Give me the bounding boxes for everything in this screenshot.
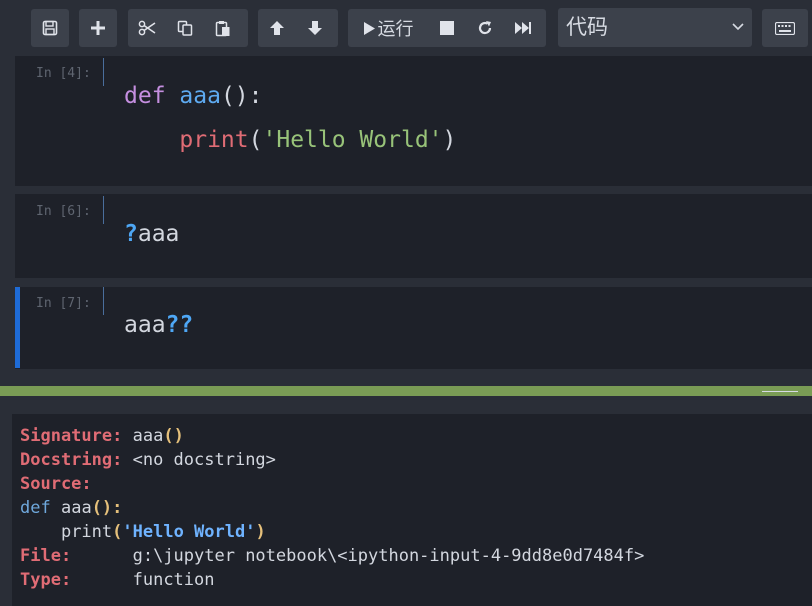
code-line[interactable]: aaa?? — [124, 312, 193, 338]
stop-icon — [440, 21, 454, 35]
prompt-separator — [103, 58, 104, 86]
identifier-token: aaa — [124, 312, 166, 338]
keyboard-icon — [775, 21, 795, 35]
cell-type-select[interactable]: 代码 — [558, 8, 752, 47]
move-down-button[interactable] — [296, 9, 334, 47]
save-button[interactable] — [31, 9, 69, 47]
run-button[interactable]: 运行 — [348, 9, 428, 47]
help-operator-token: ? — [124, 221, 138, 247]
pager-content: Signature: aaa() Docstring: <no docstrin… — [12, 414, 812, 606]
code-cell-selected[interactable]: In [7]: aaa?? — [15, 287, 812, 369]
function-name-token: aaa — [179, 83, 221, 109]
arrow-up-icon — [270, 21, 284, 35]
file-row: File: g:\jupyter notebook\<ipython-input… — [20, 546, 644, 566]
cell-prompt: In [7]: — [36, 296, 91, 311]
punct-token: ) — [442, 127, 457, 153]
help-pager: Signature: aaa() Docstring: <no docstrin… — [0, 396, 812, 606]
fast-forward-icon — [515, 22, 531, 34]
source-row: Source: — [20, 474, 92, 494]
docstring-row: Docstring: <no docstring> — [20, 450, 276, 470]
file-label: File: — [20, 546, 72, 566]
copy-icon — [177, 20, 193, 36]
source-close-paren: ) — [255, 522, 266, 542]
insert-cell-button[interactable] — [79, 9, 117, 47]
keyword-token: def — [124, 83, 166, 109]
move-group — [258, 9, 338, 47]
save-icon — [42, 20, 58, 36]
type-label: Type: — [20, 570, 72, 590]
command-palette-button[interactable] — [762, 9, 808, 47]
copy-button[interactable] — [166, 9, 204, 47]
plus-icon — [91, 21, 105, 35]
file-value: g:\jupyter notebook\<ipython-input-4-9dd… — [132, 546, 645, 566]
restart-button[interactable] — [466, 9, 504, 47]
punct-token: (): — [220, 83, 263, 109]
signature-label: Signature: — [20, 426, 123, 446]
source-keyword: def — [20, 498, 51, 518]
code-cell[interactable]: In [4]: def aaa(): print('Hello World') — [15, 56, 812, 186]
builtin-token: print — [179, 127, 249, 153]
cut-button[interactable] — [128, 9, 166, 47]
source-parens: (): — [91, 498, 123, 518]
play-icon — [363, 21, 375, 35]
prompt-separator — [103, 287, 104, 315]
restart-icon — [478, 21, 492, 35]
arrow-down-icon — [308, 21, 322, 35]
cell-prompt: In [4]: — [36, 66, 91, 81]
source-string: 'Hello World' — [122, 522, 256, 542]
type-row: Type: function — [20, 570, 215, 590]
paste-icon — [215, 20, 230, 36]
punct-token: ( — [248, 127, 263, 153]
move-up-button[interactable] — [258, 9, 296, 47]
run-all-button[interactable] — [504, 9, 542, 47]
edit-group — [128, 9, 248, 47]
notebook-toolbar: 运行 代码 — [0, 0, 812, 55]
source-line: def aaa(): — [20, 498, 122, 518]
selected-cell-indicator — [15, 287, 20, 368]
stop-button[interactable] — [428, 9, 466, 47]
run-group: 运行 — [348, 9, 546, 47]
cell-prompt: In [6]: — [36, 204, 91, 219]
pager-close-icon[interactable] — [762, 391, 798, 392]
string-token: 'Hello World' — [262, 127, 443, 153]
save-group — [31, 9, 69, 47]
prompt-separator — [103, 196, 104, 224]
signature-row: Signature: aaa() — [20, 426, 184, 446]
docstring-value: <no docstring> — [132, 450, 276, 470]
code-line[interactable]: print('Hello World') — [124, 127, 456, 153]
docstring-label: Docstring: — [20, 450, 123, 470]
help-operator-token: ?? — [165, 312, 194, 338]
signature-parens: () — [163, 426, 184, 446]
code-cell[interactable]: In [6]: ?aaa — [15, 194, 812, 278]
paste-button[interactable] — [204, 9, 242, 47]
code-line[interactable]: ?aaa — [124, 221, 179, 247]
source-open-paren: ( — [112, 522, 123, 542]
scissors-icon — [138, 20, 156, 36]
cell-type-value: 代码 — [566, 15, 608, 39]
insert-group — [79, 9, 117, 47]
source-fn: aaa — [60, 498, 92, 518]
signature-value: aaa — [132, 426, 164, 446]
chevron-down-icon — [732, 8, 744, 60]
code-line[interactable]: def aaa(): — [124, 83, 263, 109]
source-label: Source: — [20, 474, 92, 494]
run-label: 运行 — [377, 19, 414, 40]
identifier-token: aaa — [137, 221, 180, 247]
type-value: function — [132, 570, 215, 590]
pager-resize-bar[interactable] — [0, 386, 812, 396]
source-line: print('Hello World') — [20, 522, 266, 542]
source-print: print — [60, 522, 113, 542]
